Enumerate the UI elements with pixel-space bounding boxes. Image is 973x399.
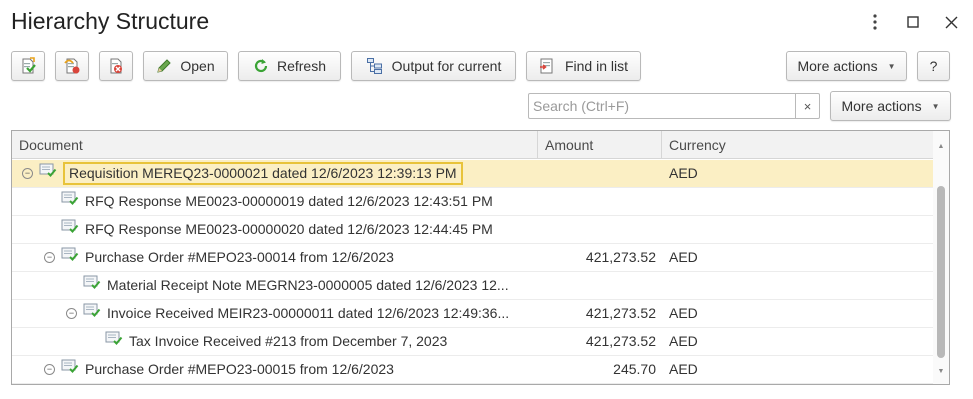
create-document-icon [22, 57, 36, 74]
scroll-down-icon[interactable]: ▼ [933, 364, 949, 378]
amount-cell: 421,273.52 [585, 305, 656, 321]
cancel-posting-icon [64, 58, 80, 74]
amount-cell: 421,273.52 [585, 249, 656, 265]
currency-cell: AED [669, 165, 698, 181]
search-box: × [528, 93, 820, 119]
table-header: Document Amount Currency [12, 131, 949, 159]
window-title: Hierarchy Structure [11, 8, 210, 34]
hierarchy-output-icon [366, 58, 382, 74]
open-button[interactable]: Open [143, 51, 228, 81]
find-in-list-label: Find in list [564, 58, 629, 74]
collapse-toggle-icon[interactable]: − [66, 308, 77, 319]
column-header-document[interactable]: Document [12, 131, 538, 159]
document-cell: RFQ Response ME0023-00000020 dated 12/6/… [12, 216, 538, 243]
posted-document-icon [61, 216, 79, 243]
document-name: Purchase Order #MEPO23-00014 from 12/6/2… [85, 249, 394, 265]
create-document-button[interactable] [11, 51, 45, 81]
more-actions-button[interactable]: More actions ▼ [786, 51, 907, 81]
table-row[interactable]: − Purchase Order #MEPO23-00014 from 12/6/… [12, 244, 934, 272]
chevron-down-icon: ▼ [887, 61, 896, 71]
amount-cell: 421,273.52 [585, 333, 656, 349]
more-actions-label: More actions [797, 58, 878, 74]
open-label: Open [180, 58, 215, 74]
document-cell: − Requisition MEREQ23-0000021 dated 12/6/… [12, 160, 538, 187]
amount-cell: 245.70 [613, 361, 656, 377]
posted-document-icon [39, 160, 57, 187]
clear-search-icon: × [803, 98, 812, 114]
posted-document-icon [83, 300, 101, 327]
amount-cell [538, 272, 662, 299]
scroll-thumb[interactable] [937, 186, 945, 358]
posted-document-icon [83, 272, 101, 299]
document-name: Tax Invoice Received #213 from December … [129, 333, 448, 349]
document-name: RFQ Response ME0023-00000020 dated 12/6/… [85, 221, 493, 237]
hierarchy-table: Document Amount Currency − Requisition ME… [11, 130, 950, 385]
posted-document-icon [61, 188, 79, 215]
table-row[interactable]: RFQ Response ME0023-00000020 dated 12/6/… [12, 216, 934, 244]
more-vert-icon[interactable] [864, 10, 886, 34]
amount-cell [538, 160, 662, 187]
table-row[interactable]: − Invoice Received MEIR23-00000011 dated … [12, 300, 934, 328]
document-name: RFQ Response ME0023-00000019 dated 12/6/… [85, 193, 493, 209]
scroll-up-icon[interactable]: ▲ [933, 139, 949, 153]
vertical-scrollbar[interactable]: ▲ ▼ [933, 131, 949, 384]
collapse-toggle-icon[interactable]: − [44, 252, 55, 263]
delete-document-icon [110, 58, 122, 74]
help-label: ? [929, 58, 938, 74]
currency-cell: AED [669, 249, 698, 265]
document-cell: Tax Invoice Received #213 from December … [12, 328, 538, 355]
amount-cell [538, 216, 662, 243]
refresh-icon [254, 59, 268, 73]
output-for-current-label: Output for current [391, 58, 502, 74]
search-input[interactable] [529, 94, 797, 118]
currency-cell: AED [669, 361, 698, 377]
help-button[interactable]: ? [917, 51, 950, 81]
find-in-list-icon [539, 58, 553, 74]
posted-document-icon [105, 328, 123, 355]
pencil-icon [157, 59, 172, 73]
document-name: Requisition MEREQ23-0000021 dated 12/6/2… [63, 162, 463, 185]
currency-cell [662, 272, 932, 299]
document-cell: − Invoice Received MEIR23-00000011 dated … [12, 300, 538, 327]
document-name: Material Receipt Note MEGRN23-0000005 da… [107, 277, 509, 293]
table-row[interactable]: RFQ Response ME0023-00000019 dated 12/6/… [12, 188, 934, 216]
column-header-currency[interactable]: Currency [662, 131, 934, 159]
maximize-icon[interactable] [902, 10, 924, 34]
search-more-actions-label: More actions [841, 98, 922, 114]
search-more-actions-button[interactable]: More actions ▼ [830, 91, 951, 121]
table-row[interactable]: − Requisition MEREQ23-0000021 dated 12/6/… [12, 160, 934, 188]
document-cell: − Purchase Order #MEPO23-00015 from 12/6/… [12, 356, 538, 383]
document-cell: − Purchase Order #MEPO23-00014 from 12/6/… [12, 244, 538, 271]
document-cell: RFQ Response ME0023-00000019 dated 12/6/… [12, 188, 538, 215]
table-row[interactable]: Tax Invoice Received #213 from December … [12, 328, 934, 356]
document-name: Purchase Order #MEPO23-00015 from 12/6/2… [85, 361, 394, 377]
table-row[interactable]: − Purchase Order #MEPO23-00015 from 12/6/… [12, 356, 934, 384]
posted-document-icon [61, 356, 79, 383]
cancel-posting-button[interactable] [55, 51, 89, 81]
currency-cell: AED [669, 305, 698, 321]
amount-cell [538, 188, 662, 215]
document-name: Invoice Received MEIR23-00000011 dated 1… [107, 305, 510, 321]
clear-search-button[interactable]: × [795, 94, 819, 118]
table-row[interactable]: Material Receipt Note MEGRN23-0000005 da… [12, 272, 934, 300]
output-for-current-button[interactable]: Output for current [351, 51, 516, 81]
currency-cell [662, 216, 932, 243]
refresh-button[interactable]: Refresh [238, 51, 341, 81]
currency-cell: AED [669, 333, 698, 349]
close-icon[interactable] [940, 10, 962, 34]
find-in-list-button[interactable]: Find in list [526, 51, 641, 81]
currency-cell [662, 188, 932, 215]
refresh-label: Refresh [276, 58, 327, 74]
mark-for-deletion-button[interactable] [99, 51, 133, 81]
column-header-amount[interactable]: Amount [538, 131, 662, 159]
posted-document-icon [61, 244, 79, 271]
collapse-toggle-icon[interactable]: − [44, 364, 55, 375]
chevron-down-icon: ▼ [931, 101, 940, 111]
document-cell: Material Receipt Note MEGRN23-0000005 da… [12, 272, 538, 299]
collapse-toggle-icon[interactable]: − [22, 168, 33, 179]
